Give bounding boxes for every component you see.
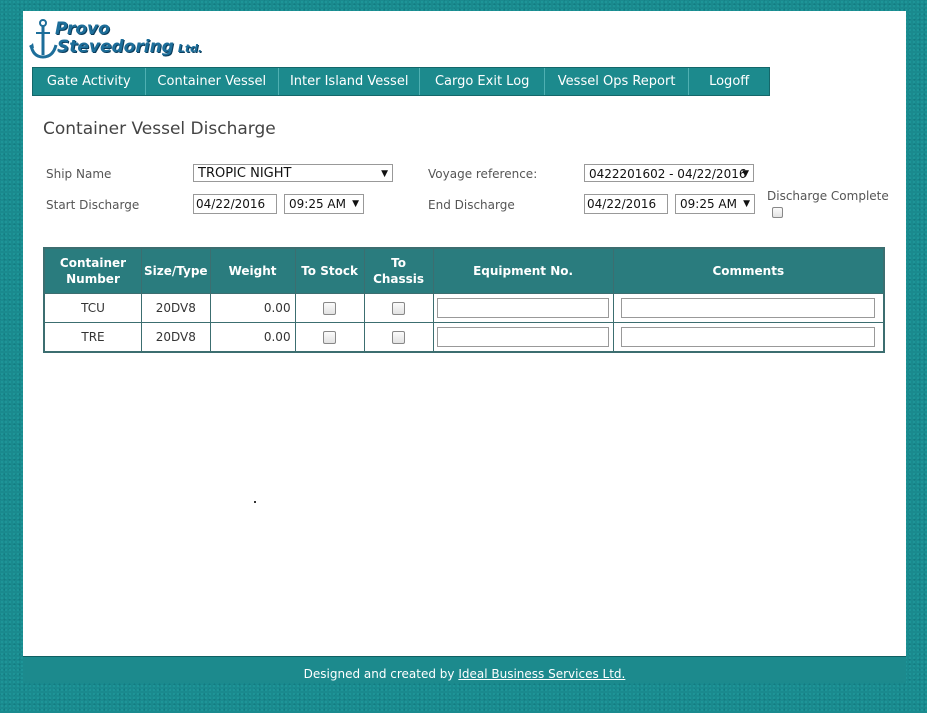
- start-date-input[interactable]: 04/22/2016: [193, 194, 277, 214]
- dropdown-arrow-icon: ▼: [352, 199, 359, 209]
- table-header-row: Container Number Size/Type Weight To Stoc…: [44, 248, 885, 294]
- logo-line2: Stevedoring Ltd.: [57, 37, 202, 57]
- cell-to-stock: [294, 322, 365, 353]
- main-nav: Gate Activity Container Vessel Inter Isl…: [32, 67, 770, 96]
- page-title: Container Vessel Discharge: [43, 119, 276, 139]
- cell-to-chassis: [363, 322, 434, 353]
- voyage-select[interactable]: 0422201602 - 04/22/2016 ▼: [584, 164, 754, 182]
- to-stock-checkbox[interactable]: [323, 331, 337, 344]
- end-time-select[interactable]: 09:25 AM ▼: [675, 194, 755, 214]
- end-time-value: 09:25 AM: [680, 197, 737, 211]
- col-size-type: Size/Type: [141, 248, 211, 294]
- logo-line1: Provo: [55, 19, 110, 39]
- nav-container-vessel[interactable]: Container Vessel: [146, 68, 279, 95]
- col-to-chassis: To Chassis: [364, 248, 434, 294]
- start-time-select[interactable]: 09:25 AM ▼: [284, 194, 364, 214]
- col-weight: Weight: [210, 248, 296, 294]
- cell-weight: 0.00: [209, 293, 296, 323]
- cell-size-type: 20DV8: [141, 322, 211, 353]
- nav-inter-island-vessel[interactable]: Inter Island Vessel: [279, 68, 421, 95]
- cell-to-stock: [294, 293, 365, 323]
- col-equipment-no: Equipment No.: [433, 248, 614, 294]
- comments-input[interactable]: [621, 327, 876, 347]
- to-chassis-checkbox[interactable]: [392, 331, 406, 344]
- cell-to-chassis: [363, 293, 434, 323]
- dropdown-arrow-icon: ▼: [743, 199, 750, 209]
- table-row: TCU 20DV8 0.00: [43, 293, 885, 323]
- equipment-no-input[interactable]: [437, 298, 610, 318]
- to-chassis-checkbox[interactable]: [392, 302, 406, 315]
- page-footer: Designed and created by Ideal Business S…: [23, 656, 906, 683]
- nav-gate-activity[interactable]: Gate Activity: [33, 68, 146, 95]
- ship-name-value: TROPIC NIGHT: [198, 166, 292, 181]
- discharge-complete-label: Discharge Complete: [767, 189, 889, 203]
- table-row: TRE 20DV8 0.00: [43, 322, 885, 353]
- logo-name: Stevedoring: [57, 37, 174, 57]
- footer-text: Designed and created by: [303, 667, 459, 681]
- ship-name-select[interactable]: TROPIC NIGHT ▼: [193, 164, 393, 182]
- col-to-stock: To Stock: [295, 248, 365, 294]
- cell-size-type: 20DV8: [141, 293, 211, 323]
- cell-container-number: TCU: [43, 293, 142, 323]
- dropdown-arrow-icon: ▼: [742, 169, 749, 179]
- cell-container-number: TRE: [43, 322, 142, 353]
- voyage-value: 0422201602 - 04/22/2016: [589, 167, 747, 181]
- equipment-no-input[interactable]: [437, 327, 610, 347]
- logo-ltd: Ltd.: [177, 42, 203, 55]
- end-discharge-label: End Discharge: [428, 198, 515, 212]
- cell-comments: [612, 293, 885, 323]
- cell-comments: [612, 322, 885, 353]
- footer-link[interactable]: Ideal Business Services Ltd.: [458, 667, 625, 681]
- stray-dot: [254, 501, 256, 503]
- cell-equipment-no: [432, 293, 614, 323]
- col-container-number: Container Number: [44, 248, 142, 294]
- container-table: Container Number Size/Type Weight To Stoc…: [43, 247, 885, 353]
- cell-equipment-no: [432, 322, 614, 353]
- nav-cargo-exit-log[interactable]: Cargo Exit Log: [420, 68, 545, 95]
- voyage-label: Voyage reference:: [428, 167, 538, 181]
- start-discharge-label: Start Discharge: [46, 198, 140, 212]
- company-logo[interactable]: Provo Stevedoring Ltd.: [29, 17, 239, 65]
- page-container: Provo Stevedoring Ltd. Gate Activity Cont…: [23, 11, 906, 656]
- to-stock-checkbox[interactable]: [323, 302, 337, 315]
- cell-weight: 0.00: [209, 322, 296, 353]
- nav-vessel-ops-report[interactable]: Vessel Ops Report: [545, 68, 690, 95]
- start-time-value: 09:25 AM: [289, 197, 346, 211]
- end-date-input[interactable]: 04/22/2016: [584, 194, 668, 214]
- comments-input[interactable]: [621, 298, 876, 318]
- nav-logoff[interactable]: Logoff: [689, 68, 769, 95]
- ship-name-label: Ship Name: [46, 167, 112, 181]
- dropdown-arrow-icon: ▼: [381, 169, 388, 179]
- col-comments: Comments: [613, 248, 885, 294]
- discharge-complete-checkbox[interactable]: [772, 207, 783, 218]
